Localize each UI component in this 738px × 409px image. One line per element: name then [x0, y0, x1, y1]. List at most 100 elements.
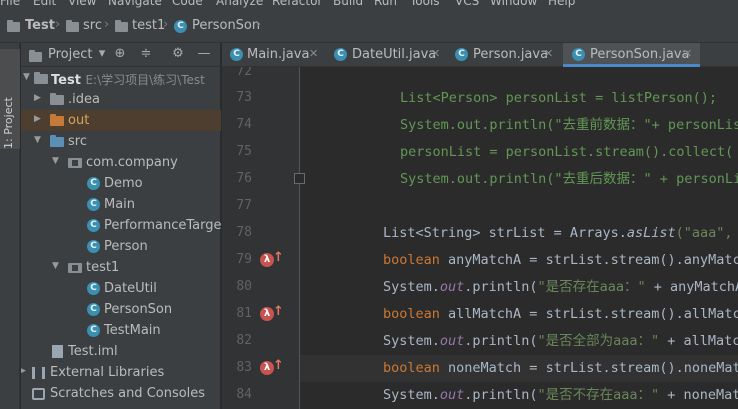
- code-editor[interactable]: 72 73 74 75 76 77 78 79 80 81 82 83 84 λ…: [222, 67, 738, 409]
- tree-item-person[interactable]: C Person: [21, 236, 221, 257]
- line-number: 82: [236, 333, 252, 348]
- tree-label-out: out: [68, 113, 90, 128]
- tree-item-test1[interactable]: ▼ test1: [21, 257, 221, 278]
- lambda-icon[interactable]: λ: [260, 361, 274, 375]
- tree-item-personson[interactable]: C PersonSon: [21, 299, 221, 320]
- expand-arrow-icon[interactable]: ▶: [34, 114, 41, 124]
- breadcrumb-file[interactable]: PersonSon: [192, 18, 260, 33]
- expand-arrow-icon[interactable]: ▶: [21, 366, 26, 376]
- module-file-icon: [52, 345, 63, 358]
- hide-panel-icon[interactable]: —: [195, 45, 213, 63]
- collapse-arrow-icon[interactable]: ▼: [34, 135, 41, 145]
- tree-item-idea[interactable]: ▶ .idea: [21, 89, 221, 110]
- collapse-arrow-icon[interactable]: ▼: [52, 261, 59, 271]
- tree-item-iml[interactable]: Test.iml: [21, 341, 221, 362]
- code-line-81: boolean allMatchA = strList.stream().all…: [300, 301, 738, 328]
- library-icon: [32, 367, 45, 379]
- menu-build[interactable]: Build: [333, 0, 363, 8]
- class-icon: C: [87, 177, 100, 190]
- expand-arrow-icon[interactable]: ▼: [23, 72, 30, 82]
- line-number: 83: [236, 360, 252, 375]
- line-number: 73: [236, 90, 252, 105]
- close-icon[interactable]: ✕: [431, 47, 440, 60]
- locate-file-icon[interactable]: ⊕: [111, 45, 129, 63]
- project-folder-icon: [7, 20, 20, 32]
- code-text: List<String> strList = Arrays.asList("aa…: [383, 225, 733, 241]
- menu-analyze[interactable]: Analyze: [216, 0, 263, 8]
- breadcrumb-src[interactable]: src: [83, 18, 102, 33]
- arrow-up-icon[interactable]: ↑: [273, 358, 284, 373]
- tree-item-com-company[interactable]: ▼ com.company: [21, 152, 221, 173]
- tree-item-testmain[interactable]: C TestMain: [21, 320, 221, 341]
- folder-icon: [66, 20, 79, 32]
- menu-run[interactable]: Run: [374, 0, 397, 8]
- tree-item-dateutil[interactable]: C DateUtil: [21, 278, 221, 299]
- project-view-selector[interactable]: Project: [48, 47, 92, 62]
- project-view-dropdown-icon[interactable]: ▾: [93, 45, 111, 63]
- tree-item-external-libraries[interactable]: ▶ External Libraries: [21, 362, 221, 383]
- lambda-icon[interactable]: λ: [260, 307, 274, 321]
- menu-edit[interactable]: Edit: [33, 0, 56, 8]
- tab-person-java[interactable]: C Person.java ✕: [446, 43, 563, 67]
- line-number: 81: [236, 306, 252, 321]
- tree-label-demo: Demo: [104, 176, 143, 191]
- menu-vcs[interactable]: VCS: [455, 0, 479, 8]
- code-line-74: // System.out.println("去重前数据："+ personLi…: [300, 112, 738, 139]
- menu-tools[interactable]: Tools: [410, 0, 440, 8]
- line-number: 77: [236, 198, 252, 213]
- menu-bar: File Edit View Navigate Code Analyze Ref…: [0, 0, 738, 9]
- module-folder-icon: [34, 72, 48, 84]
- tree-item-src[interactable]: ▼ src: [21, 131, 221, 152]
- menu-file[interactable]: File: [0, 0, 20, 8]
- lambda-icon[interactable]: λ: [260, 253, 274, 267]
- code-area[interactable]: // List<Person> personList = listPerson(…: [300, 67, 738, 409]
- tab-personson-java[interactable]: C PersonSon.java ✕: [563, 43, 700, 67]
- code-line-82: System.out.println("是否全部为aaa：" + allMatc…: [300, 328, 738, 355]
- tree-item-out[interactable]: ▶ out: [21, 110, 221, 131]
- code-text: System.out.println("是否不存在aaa：" + noneMat…: [383, 387, 738, 403]
- menu-navigate[interactable]: Navigate: [108, 0, 162, 8]
- breadcrumb-project[interactable]: Test: [25, 18, 55, 33]
- tree-label-person: Person: [104, 239, 148, 254]
- tree-item-main[interactable]: C Main: [21, 194, 221, 215]
- breadcrumb-package[interactable]: test1: [132, 18, 165, 33]
- collapse-all-icon[interactable]: ≑: [137, 45, 155, 63]
- scratches-icon: [32, 388, 45, 400]
- tab-label: PersonSon.java: [590, 47, 690, 62]
- menu-help[interactable]: Help: [548, 0, 575, 8]
- tree-label-root: Test E:\学习项目\练习\Test: [51, 73, 205, 88]
- class-icon: C: [230, 48, 243, 61]
- tree-item-demo[interactable]: C Demo: [21, 173, 221, 194]
- line-number: 79: [236, 252, 252, 267]
- class-icon: C: [87, 219, 100, 232]
- class-icon: C: [87, 198, 100, 211]
- menu-window[interactable]: Window: [490, 0, 537, 8]
- tree-item-scratches[interactable]: Scratches and Consoles: [21, 383, 221, 404]
- project-view-icon: [29, 50, 42, 62]
- code-line-78: List<String> strList = Arrays.asList("aa…: [300, 220, 738, 247]
- collapse-arrow-icon[interactable]: ▼: [52, 156, 59, 166]
- tree-item-performance-target[interactable]: C PerformanceTarget: [21, 215, 221, 236]
- arrow-up-icon[interactable]: ↑: [273, 304, 284, 319]
- expand-arrow-icon[interactable]: ▶: [34, 93, 41, 103]
- menu-view[interactable]: View: [68, 0, 96, 8]
- tab-dateutil-java[interactable]: C DateUtil.java ✕: [325, 43, 446, 67]
- commented-code: List<Person> personList = listPerson();: [400, 90, 717, 106]
- menu-refactor[interactable]: Refactor: [272, 0, 322, 8]
- arrow-up-icon[interactable]: ↑: [273, 250, 284, 265]
- tree-item-root[interactable]: ▼ Test E:\学习项目\练习\Test: [21, 68, 221, 89]
- tree-label-src: src: [68, 134, 87, 149]
- breadcrumb-separator-icon: ›: [163, 17, 169, 32]
- line-number: 74: [236, 117, 252, 132]
- project-tool-tab[interactable]: 1: Project: [0, 49, 20, 149]
- tab-main-java[interactable]: C Main.java ✕: [222, 43, 325, 67]
- menu-code[interactable]: Code: [172, 0, 203, 8]
- gear-icon[interactable]: ⚙: [169, 45, 187, 63]
- code-line-83: boolean noneMatch = strList.stream().non…: [300, 355, 738, 382]
- close-icon[interactable]: ✕: [544, 47, 553, 60]
- tree-label-external-libraries: External Libraries: [50, 365, 165, 380]
- source-folder-icon: [50, 135, 64, 147]
- close-icon[interactable]: ✕: [309, 47, 318, 60]
- close-icon[interactable]: ✕: [683, 47, 692, 60]
- class-icon: C: [87, 240, 100, 253]
